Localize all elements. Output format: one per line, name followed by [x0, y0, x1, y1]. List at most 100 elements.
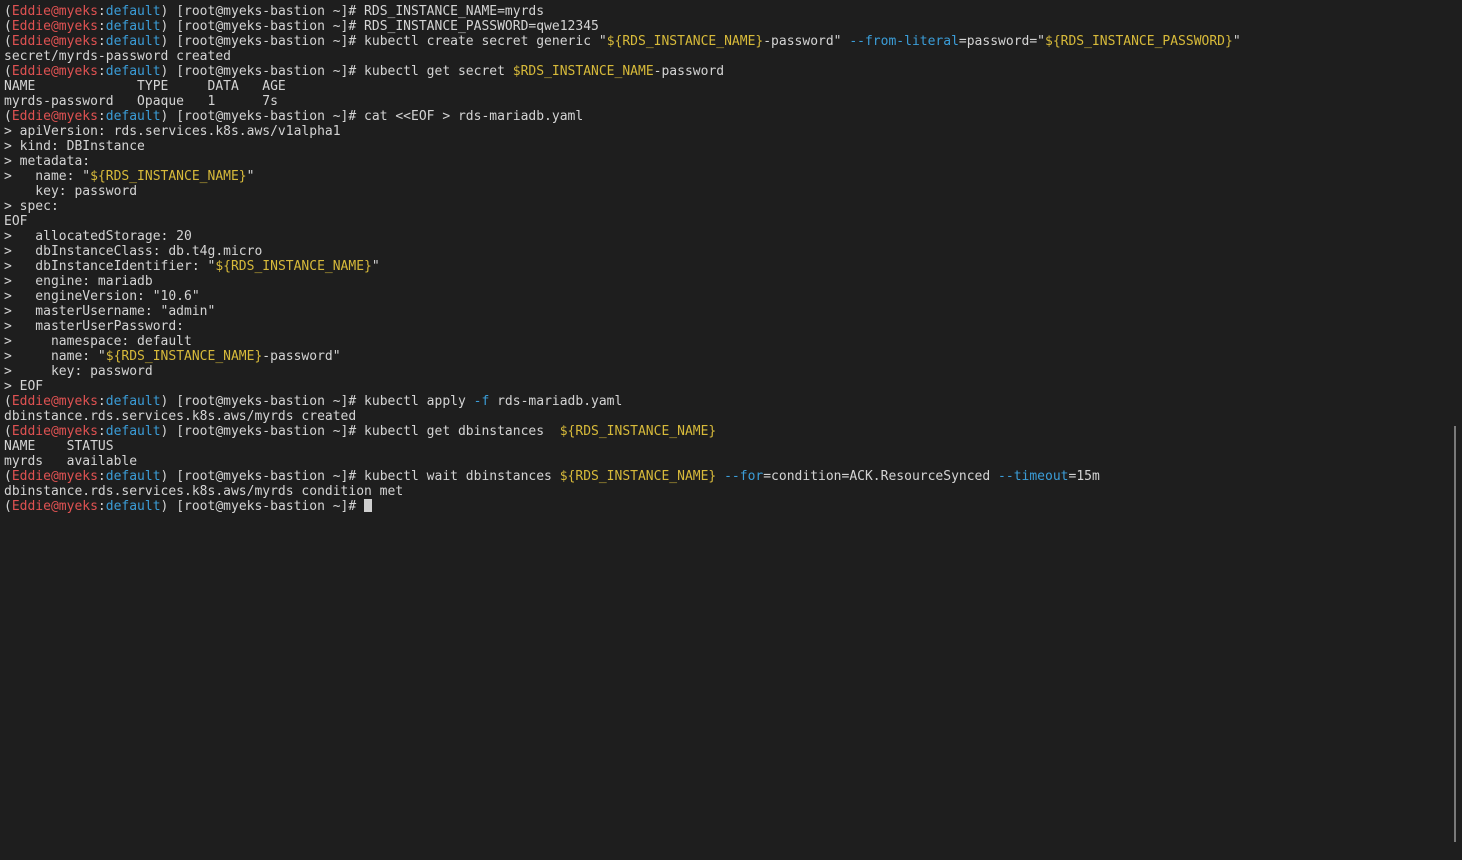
- output-text: > kind: DBInstance: [4, 139, 145, 154]
- command-text: cat <<EOF > rds-mariadb.yaml: [364, 109, 584, 124]
- command-text: [716, 469, 724, 484]
- command-text: --from-literal: [849, 34, 959, 49]
- command-text: $RDS_INSTANCE_NAME: [512, 64, 654, 79]
- output-text: ": [371, 259, 380, 274]
- output-line: > masterUsername: "admin": [4, 304, 1462, 319]
- command-text: --for: [724, 469, 764, 484]
- command-text: RDS_INSTANCE_NAME=myrds: [364, 4, 545, 19]
- output-text: > dbInstanceIdentifier: ": [4, 259, 216, 274]
- prompt-paren: (: [4, 469, 12, 484]
- prompt-line: (Eddie@myeks:default) [root@myeks-bastio…: [4, 34, 1462, 49]
- output-text: > EOF: [4, 379, 44, 394]
- prompt-context: default: [105, 64, 161, 79]
- output-line: > apiVersion: rds.services.k8s.aws/v1alp…: [4, 124, 1462, 139]
- prompt-user: Eddie@myeks: [11, 469, 98, 484]
- prompt-user: Eddie@myeks: [11, 4, 98, 19]
- prompt-context: default: [105, 4, 161, 19]
- prompt-user: Eddie@myeks: [11, 34, 98, 49]
- output-text: > apiVersion: rds.services.k8s.aws/v1alp…: [4, 124, 341, 139]
- prompt-separator: :: [97, 499, 106, 514]
- command-text: ${RDS_INSTANCE_NAME}: [606, 34, 764, 49]
- command-text: kubectl get secret: [364, 64, 513, 79]
- prompt-separator: :: [97, 424, 106, 439]
- output-line: > namespace: default: [4, 334, 1462, 349]
- prompt-paren: (: [4, 34, 12, 49]
- prompt-line: (Eddie@myeks:default) [root@myeks-bastio…: [4, 499, 1462, 514]
- command-text: ${RDS_INSTANCE_NAME}: [559, 469, 717, 484]
- output-line: > engineVersion: "10.6": [4, 289, 1462, 304]
- prompt-line: (Eddie@myeks:default) [root@myeks-bastio…: [4, 4, 1462, 19]
- command-text: kubectl apply: [364, 394, 474, 409]
- prompt-separator: :: [97, 4, 106, 19]
- prompt-user: Eddie@myeks: [11, 424, 98, 439]
- command-text: rds-mariadb.yaml: [489, 394, 623, 409]
- output-line: NAME TYPE DATA AGE: [4, 79, 1462, 94]
- output-line: NAME STATUS: [4, 439, 1462, 454]
- prompt-user: Eddie@myeks: [11, 109, 98, 124]
- scrollbar[interactable]: [1454, 426, 1456, 842]
- text-cursor[interactable]: [364, 499, 373, 512]
- output-line: dbinstance.rds.services.k8s.aws/myrds co…: [4, 484, 1462, 499]
- command-text: kubectl get dbinstances: [364, 424, 560, 439]
- output-text: myrds available: [4, 454, 138, 469]
- terminal-window[interactable]: (Eddie@myeks:default) [root@myeks-bastio…: [0, 0, 1462, 860]
- output-text: > engineVersion: "10.6": [4, 289, 200, 304]
- output-text: NAME TYPE DATA AGE: [4, 79, 286, 94]
- prompt-user: Eddie@myeks: [11, 64, 98, 79]
- output-line: myrds available: [4, 454, 1462, 469]
- prompt-context: default: [105, 499, 161, 514]
- command-text: ${RDS_INSTANCE_NAME}: [559, 424, 717, 439]
- prompt-separator: :: [97, 64, 106, 79]
- prompt-context: default: [105, 19, 161, 34]
- prompt-line: (Eddie@myeks:default) [root@myeks-bastio…: [4, 394, 1462, 409]
- output-line: key: password: [4, 184, 1462, 199]
- prompt-line: (Eddie@myeks:default) [root@myeks-bastio…: [4, 469, 1462, 484]
- command-text: RDS_INSTANCE_PASSWORD=qwe12345: [364, 19, 599, 34]
- command-text: -password: [653, 64, 725, 79]
- prompt-host: ) [root@myeks-bastion ~]#: [160, 499, 365, 514]
- prompt-host: ) [root@myeks-bastion ~]#: [160, 424, 365, 439]
- prompt-paren: (: [4, 424, 12, 439]
- command-text: --timeout: [998, 469, 1069, 484]
- command-text: ${RDS_INSTANCE_PASSWORD}: [1045, 34, 1233, 49]
- output-line: > dbInstanceClass: db.t4g.micro: [4, 244, 1462, 259]
- output-text: > allocatedStorage: 20: [4, 229, 192, 244]
- output-text: dbinstance.rds.services.k8s.aws/myrds cr…: [4, 409, 357, 424]
- prompt-separator: :: [97, 34, 106, 49]
- output-text: ${RDS_INSTANCE_NAME}: [105, 349, 263, 364]
- output-line: > dbInstanceIdentifier: "${RDS_INSTANCE_…: [4, 259, 1462, 274]
- prompt-context: default: [105, 424, 161, 439]
- output-text: > dbInstanceClass: db.t4g.micro: [4, 244, 263, 259]
- output-text: > name: ": [4, 169, 91, 184]
- output-line: secret/myrds-password created: [4, 49, 1462, 64]
- output-text: > name: ": [4, 349, 106, 364]
- command-text: kubectl create secret generic ": [364, 34, 607, 49]
- terminal-output: (Eddie@myeks:default) [root@myeks-bastio…: [4, 4, 1462, 514]
- output-text: > metadata:: [4, 154, 91, 169]
- prompt-paren: (: [4, 4, 12, 19]
- output-line: > EOF: [4, 379, 1462, 394]
- command-text: =password=": [958, 34, 1045, 49]
- prompt-context: default: [105, 469, 161, 484]
- command-text: -f: [473, 394, 490, 409]
- output-text: > engine: mariadb: [4, 274, 153, 289]
- prompt-context: default: [105, 394, 161, 409]
- output-line: > allocatedStorage: 20: [4, 229, 1462, 244]
- prompt-paren: (: [4, 394, 12, 409]
- output-text: > spec:: [4, 199, 59, 214]
- command-text: =condition=ACK.ResourceSynced: [763, 469, 999, 484]
- command-text: =15m: [1068, 469, 1100, 484]
- output-text: ${RDS_INSTANCE_NAME}: [90, 169, 247, 184]
- command-text: -password": [763, 34, 850, 49]
- output-text: > masterUserPassword:: [4, 319, 185, 334]
- output-line: > metadata:: [4, 154, 1462, 169]
- prompt-host: ) [root@myeks-bastion ~]#: [160, 394, 365, 409]
- prompt-paren: (: [4, 19, 12, 34]
- prompt-host: ) [root@myeks-bastion ~]#: [160, 19, 365, 34]
- command-text: kubectl wait dbinstances: [364, 469, 560, 484]
- prompt-separator: :: [97, 109, 106, 124]
- output-line: > kind: DBInstance: [4, 139, 1462, 154]
- output-line: > name: "${RDS_INSTANCE_NAME}-password": [4, 349, 1462, 364]
- prompt-user: Eddie@myeks: [11, 19, 98, 34]
- prompt-context: default: [105, 109, 161, 124]
